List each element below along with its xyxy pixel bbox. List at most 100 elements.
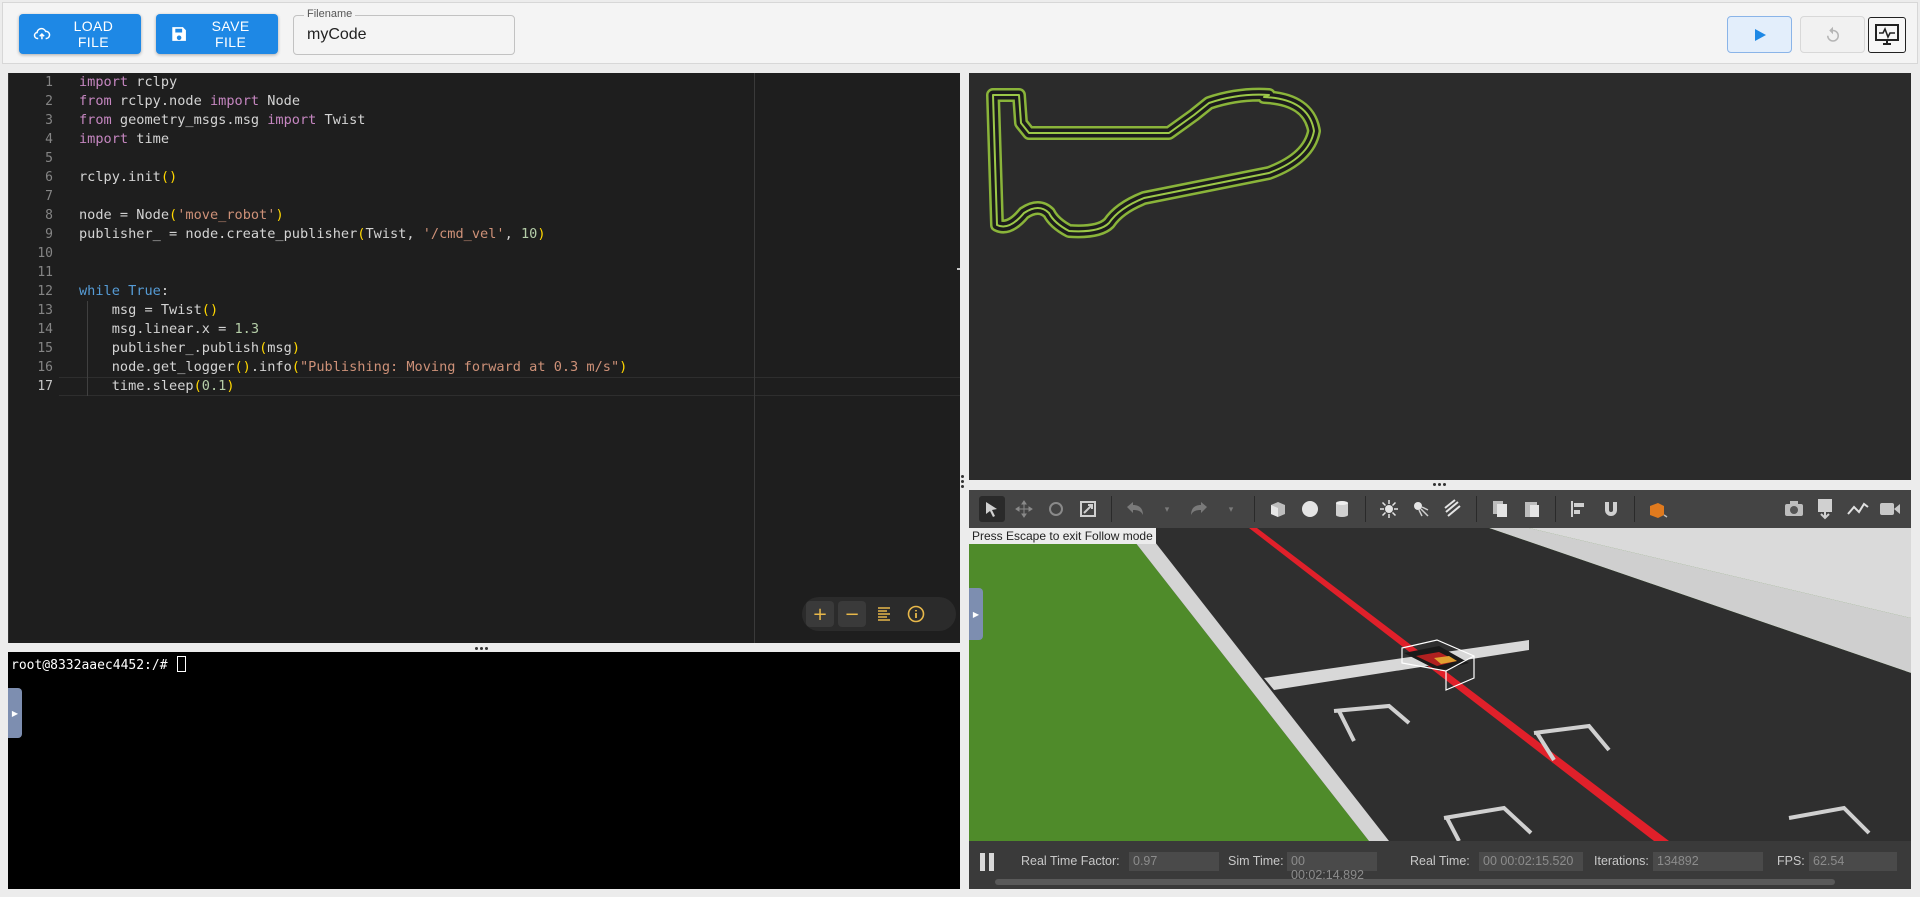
editor-terminal-splitter[interactable]	[475, 647, 489, 651]
cylinder-tool[interactable]	[1329, 496, 1355, 522]
filename-field: Filename	[293, 8, 515, 55]
snap-tool[interactable]	[1598, 496, 1624, 522]
chevron-down-icon: ▾	[1164, 503, 1170, 514]
undo-tool[interactable]	[1122, 496, 1148, 522]
code-line: rclpy.init()	[79, 169, 178, 185]
chevron-down-icon: ▾	[1228, 503, 1234, 514]
info-button[interactable]	[902, 601, 930, 627]
terminal-side-tab[interactable]: ▶	[8, 688, 22, 738]
directional-light-tool[interactable]	[1440, 496, 1466, 522]
line-number: 16	[37, 360, 53, 375]
select-tool[interactable]	[979, 496, 1005, 522]
line-number: 8	[45, 208, 53, 223]
line-number: 14	[37, 322, 53, 337]
code-line: from geometry_msgs.msg import Twist	[79, 112, 366, 128]
copy-icon	[1493, 501, 1507, 517]
sphere-tool[interactable]	[1297, 496, 1323, 522]
scale-tool[interactable]	[1075, 496, 1101, 522]
sphere-icon	[1302, 501, 1318, 517]
directional-light-icon	[1444, 499, 1461, 517]
monitor-button[interactable]	[1868, 17, 1906, 53]
left-right-splitter[interactable]	[961, 475, 965, 489]
format-button[interactable]	[870, 601, 898, 627]
align-lines-icon	[878, 607, 890, 621]
log-icon	[1818, 499, 1832, 520]
line-number: 2	[45, 94, 53, 109]
paste-icon	[1525, 502, 1539, 517]
load-file-button[interactable]: LOAD FILE	[19, 14, 141, 54]
follow-mode-hint: Press Escape to exit Follow mode	[969, 528, 1156, 544]
filename-input[interactable]	[307, 26, 507, 44]
zoom-out-button[interactable]: −	[838, 601, 866, 627]
code-line: from rclpy.node import Node	[79, 93, 300, 109]
editor-tools: + −	[802, 597, 956, 631]
sim-time-value: 00 00:02:14.892	[1287, 852, 1377, 882]
rotate-tool[interactable]	[1043, 496, 1069, 522]
zoom-in-button[interactable]: +	[806, 601, 834, 627]
view-angle-tool[interactable]	[1645, 496, 1671, 522]
fps-label: FPS:	[1777, 854, 1805, 868]
translate-tool[interactable]	[1011, 496, 1037, 522]
select-icon	[986, 502, 997, 517]
point-light-tool[interactable]	[1376, 496, 1402, 522]
save-file-button[interactable]: SAVE FILE	[156, 14, 278, 54]
code-line: msg = Twist()	[79, 302, 219, 318]
code-line: node.get_logger().info("Publishing: Movi…	[79, 359, 628, 375]
line-number: 15	[37, 341, 53, 356]
change-view-icon	[1650, 503, 1668, 518]
plot-tool[interactable]	[1845, 496, 1871, 522]
toolbar-separator	[1254, 496, 1255, 522]
floppy-disk-icon	[172, 27, 186, 41]
pause-button[interactable]	[980, 853, 996, 871]
line-number: 9	[45, 227, 53, 242]
gazebo-side-tab[interactable]: ▶	[969, 588, 983, 640]
code-editor[interactable]: 1 2 3 4 5 6 7 8 9 10 11 12 13 14 15 16 1…	[8, 73, 960, 643]
gazebo-toolbar: ▾ ▾	[969, 490, 1911, 528]
gazebo-simulator: ▾ ▾ Press Escape to exit Follow mode ▶ R…	[969, 490, 1911, 889]
undo-icon	[1127, 502, 1143, 515]
line-number: 4	[45, 132, 53, 147]
undo-history[interactable]: ▾	[1154, 496, 1180, 522]
horizontal-scrollbar[interactable]	[995, 879, 1835, 885]
spot-light-tool[interactable]	[1408, 496, 1434, 522]
terminal-prompt: root@8332aaec4452:/#	[11, 658, 176, 673]
real-time-value: 00 00:02:15.520	[1479, 852, 1583, 871]
track-map	[986, 87, 1321, 239]
align-icon	[1571, 501, 1584, 517]
iterations-label: Iterations:	[1594, 854, 1649, 868]
minus-icon: −	[844, 603, 860, 625]
line-number: 11	[37, 265, 53, 280]
line-number: 3	[45, 113, 53, 128]
screenshot-tool[interactable]	[1781, 496, 1807, 522]
toolbar-separator	[1555, 496, 1556, 522]
paste-tool[interactable]	[1519, 496, 1545, 522]
rotate-icon	[1049, 502, 1063, 516]
simulation-status-bar: Real Time Factor: 0.97 Sim Time: 00 00:0…	[969, 841, 1911, 889]
line-number: 6	[45, 170, 53, 185]
box-tool[interactable]	[1265, 496, 1291, 522]
point-light-icon	[1380, 500, 1398, 518]
terminal[interactable]: root@8332aaec4452:/#	[8, 652, 960, 889]
log-tool[interactable]	[1813, 496, 1839, 522]
run-button[interactable]	[1727, 16, 1792, 53]
redo-history[interactable]: ▾	[1218, 496, 1244, 522]
record-tool[interactable]	[1877, 496, 1903, 522]
load-file-label: LOAD FILE	[73, 18, 114, 50]
align-tool[interactable]	[1566, 496, 1592, 522]
copy-tool[interactable]	[1487, 496, 1513, 522]
reset-icon	[1826, 26, 1839, 42]
simulation-scene[interactable]	[969, 528, 1911, 842]
code-line: import time	[79, 131, 170, 147]
reset-button[interactable]	[1800, 16, 1865, 53]
filename-label: Filename	[304, 8, 356, 20]
redo-tool[interactable]	[1186, 496, 1212, 522]
map-gazebo-splitter[interactable]	[1433, 483, 1447, 487]
code-line: time.sleep(0.1)	[79, 378, 235, 394]
cylinder-icon	[1336, 501, 1348, 517]
scale-icon	[1080, 501, 1096, 517]
translate-icon	[1015, 500, 1033, 518]
